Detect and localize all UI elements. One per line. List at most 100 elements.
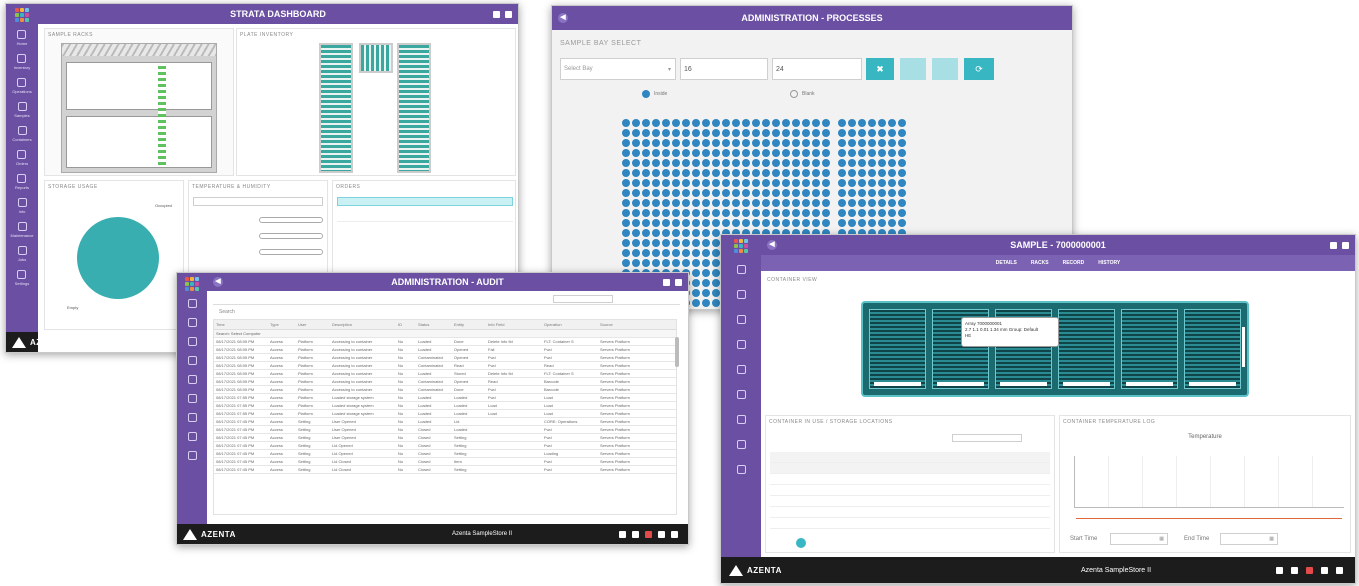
sample-slot[interactable] <box>622 249 630 257</box>
sample-slot[interactable] <box>838 119 846 127</box>
sample-slot[interactable] <box>712 129 720 137</box>
sidebar-item[interactable] <box>187 299 197 310</box>
menu-icon[interactable] <box>505 10 512 18</box>
sample-slot[interactable] <box>822 189 830 197</box>
sample-slot[interactable] <box>652 169 660 177</box>
sidebar-item[interactable] <box>187 337 197 348</box>
sample-slot[interactable] <box>812 179 820 187</box>
order-row[interactable] <box>337 213 513 222</box>
sample-slot[interactable] <box>672 239 680 247</box>
sample-slot[interactable] <box>732 129 740 137</box>
sample-slot[interactable] <box>732 149 740 157</box>
sample-slot[interactable] <box>672 229 680 237</box>
scrollbar[interactable] <box>675 337 679 367</box>
scroll-handle[interactable] <box>1242 327 1245 367</box>
sample-slot[interactable] <box>742 169 750 177</box>
user-icon[interactable] <box>1330 241 1337 249</box>
sample-slot[interactable] <box>632 149 640 157</box>
tab-record[interactable]: RECORD <box>1063 260 1085 266</box>
sample-slot[interactable] <box>702 199 710 207</box>
sample-slot[interactable] <box>702 249 710 257</box>
download-icon[interactable] <box>632 530 639 538</box>
sample-slot[interactable] <box>662 229 670 237</box>
table-row[interactable]: 08/17/2021 07:45 PM Access Setting User Ope… <box>214 417 676 426</box>
lock-icon[interactable] <box>1276 566 1283 574</box>
sample-slot[interactable] <box>762 169 770 177</box>
sample-slot[interactable] <box>692 249 700 257</box>
rack-column[interactable] <box>1058 309 1115 389</box>
sample-slot[interactable] <box>632 219 640 227</box>
sample-slot[interactable] <box>858 199 866 207</box>
sample-slot[interactable] <box>752 119 760 127</box>
sample-slot[interactable] <box>722 179 730 187</box>
sidebar-item[interactable] <box>187 451 197 462</box>
sample-slot[interactable] <box>772 219 780 227</box>
user-icon[interactable] <box>663 278 670 286</box>
table-row[interactable]: 08/17/2021 07:45 PM Access Setting Lid Clos… <box>214 465 676 474</box>
sample-slot[interactable] <box>702 209 710 217</box>
sample-slot[interactable] <box>712 209 720 217</box>
sidebar-item-info[interactable]: Info <box>17 198 27 214</box>
sample-slot[interactable] <box>868 119 876 127</box>
sample-slot[interactable] <box>868 139 876 147</box>
sample-slot[interactable] <box>858 129 866 137</box>
sample-slot[interactable] <box>888 119 896 127</box>
sample-slot[interactable] <box>898 149 906 157</box>
sample-slot[interactable] <box>642 129 650 137</box>
sidebar-item[interactable] <box>187 318 197 329</box>
sample-slot[interactable] <box>838 209 846 217</box>
sample-slot[interactable] <box>662 119 670 127</box>
column-header[interactable]: Info Field <box>486 320 542 330</box>
sample-slot[interactable] <box>692 269 700 277</box>
sample-slot[interactable] <box>848 149 856 157</box>
sample-slot[interactable] <box>762 179 770 187</box>
sample-slot[interactable] <box>802 209 810 217</box>
sample-slot[interactable] <box>632 259 640 267</box>
sample-slot[interactable] <box>732 119 740 127</box>
sample-slot[interactable] <box>712 189 720 197</box>
sample-slot[interactable] <box>802 129 810 137</box>
sample-slot[interactable] <box>622 239 630 247</box>
sample-slot[interactable] <box>622 179 630 187</box>
sample-slot[interactable] <box>878 129 886 137</box>
sample-slot[interactable] <box>772 209 780 217</box>
sample-slot[interactable] <box>822 199 830 207</box>
sample-slot[interactable] <box>702 279 710 287</box>
sample-slot[interactable] <box>632 199 640 207</box>
sample-slot[interactable] <box>702 139 710 147</box>
list-item[interactable] <box>770 485 1050 496</box>
sample-slot[interactable] <box>848 209 856 217</box>
sample-slot[interactable] <box>772 139 780 147</box>
sample-slot[interactable] <box>682 189 690 197</box>
sample-slot[interactable] <box>692 149 700 157</box>
sample-slot[interactable] <box>682 249 690 257</box>
sample-slot[interactable] <box>742 219 750 227</box>
sample-slot[interactable] <box>732 219 740 227</box>
table-row[interactable]: 08/17/2021 07:45 PM Access Setting Lid Open… <box>214 441 676 450</box>
alert-icon[interactable] <box>1306 566 1313 574</box>
sample-slot[interactable] <box>888 179 896 187</box>
list-item[interactable] <box>770 463 1050 474</box>
sample-slot[interactable] <box>802 139 810 147</box>
sample-slot[interactable] <box>782 219 790 227</box>
tab-details[interactable]: DETAILS <box>996 260 1017 266</box>
sample-slot[interactable] <box>848 169 856 177</box>
table-row[interactable]: 08/17/2021 07:45 PM Access Setting User Ope… <box>214 433 676 442</box>
sample-slot[interactable] <box>672 209 680 217</box>
sample-slot[interactable] <box>662 199 670 207</box>
sample-slot[interactable] <box>792 149 800 157</box>
sample-slot[interactable] <box>672 159 680 167</box>
sample-slot[interactable] <box>822 209 830 217</box>
list-item[interactable] <box>770 474 1050 485</box>
sidebar-item-operations[interactable] <box>736 315 746 326</box>
sample-slot[interactable] <box>898 139 906 147</box>
sample-slot[interactable] <box>838 179 846 187</box>
sample-slot[interactable] <box>632 229 640 237</box>
sidebar-item[interactable] <box>187 413 197 424</box>
sample-slot[interactable] <box>652 259 660 267</box>
list-item[interactable] <box>770 507 1050 518</box>
sample-slot[interactable] <box>652 149 660 157</box>
sample-slot[interactable] <box>742 199 750 207</box>
sample-slot[interactable] <box>742 179 750 187</box>
check-icon[interactable] <box>1336 566 1343 574</box>
